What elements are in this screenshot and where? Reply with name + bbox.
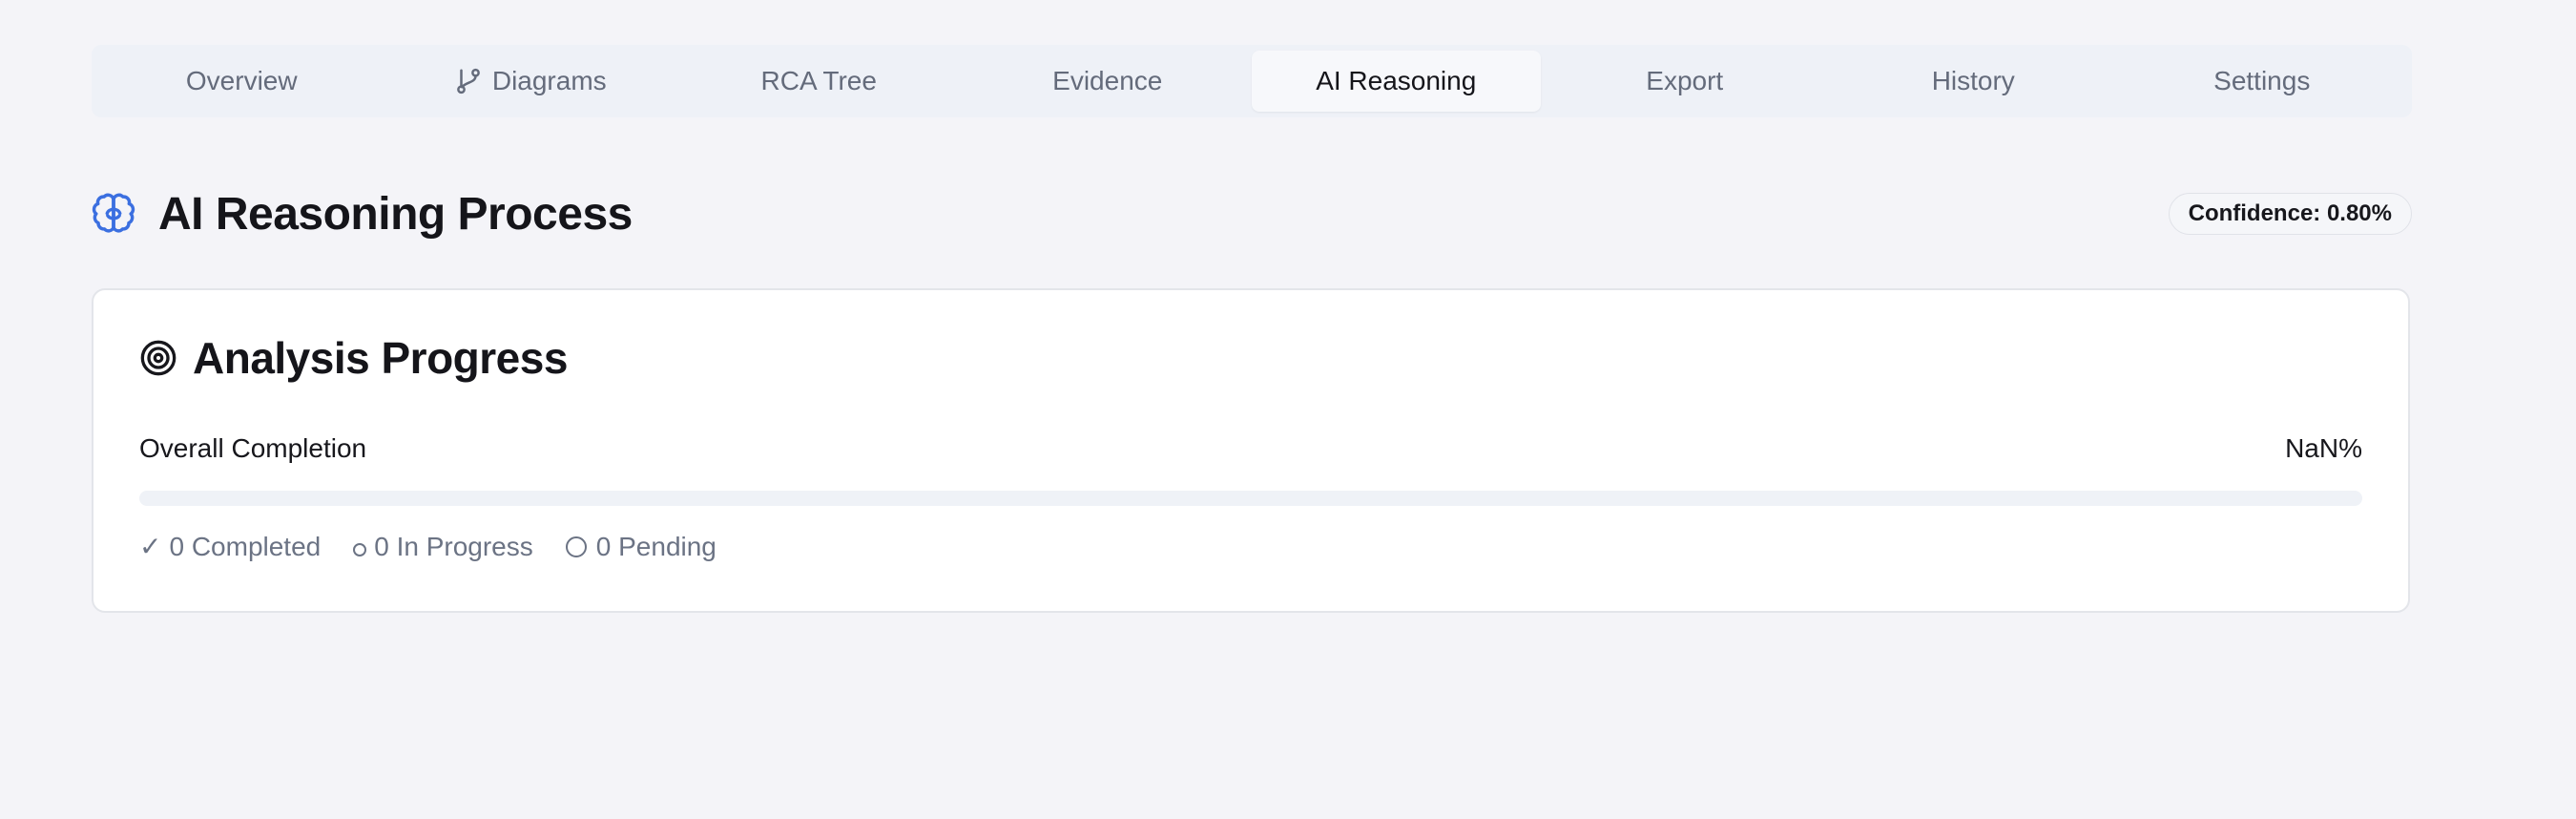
tab-settings[interactable]: Settings xyxy=(2118,51,2407,112)
circle-icon xyxy=(565,536,587,557)
status-summary: ✓ 0 Completed 0 In Progress 0 Pending xyxy=(139,531,717,562)
card-header: Analysis Progress xyxy=(139,332,568,384)
tab-label: Overview xyxy=(185,66,298,95)
confidence-badge: Confidence: 0.80% xyxy=(2168,193,2412,235)
git-branch-icon xyxy=(456,68,480,94)
tab-history[interactable]: History xyxy=(1829,51,2118,112)
tab-diagrams[interactable]: Diagrams xyxy=(386,51,675,112)
analysis-progress-card: Analysis Progress Overall Completion NaN… xyxy=(92,288,2410,613)
tab-label: Settings xyxy=(2213,66,2311,95)
tab-ai-reasoning[interactable]: AI Reasoning xyxy=(1252,51,1541,112)
tab-evidence[interactable]: Evidence xyxy=(964,51,1253,112)
in-progress-icon xyxy=(353,542,367,556)
status-in-progress: 0 In Progress xyxy=(353,531,533,562)
brain-icon xyxy=(92,193,135,233)
tab-export[interactable]: Export xyxy=(1541,51,1830,112)
tab-label: AI Reasoning xyxy=(1316,66,1477,95)
tab-label: Evidence xyxy=(1052,66,1163,95)
status-pending-text: 0 Pending xyxy=(595,531,717,561)
status-completed-text: 0 Completed xyxy=(169,531,322,561)
check-icon: ✓ xyxy=(139,532,162,561)
overall-completion-value: NaN% xyxy=(2285,433,2362,463)
title-group: AI Reasoning Process xyxy=(92,188,633,241)
tab-label: RCA Tree xyxy=(760,66,877,95)
tab-overview[interactable]: Overview xyxy=(97,51,386,112)
tab-rca-tree[interactable]: RCA Tree xyxy=(675,51,964,112)
tab-label: Diagrams xyxy=(491,66,607,95)
card-title: Analysis Progress xyxy=(193,333,568,383)
tab-label: History xyxy=(1931,66,2015,95)
target-icon xyxy=(140,340,177,376)
status-pending: 0 Pending xyxy=(565,531,717,562)
tab-label: Export xyxy=(1646,66,1724,95)
progress-bar xyxy=(139,491,2362,506)
status-completed: ✓ 0 Completed xyxy=(139,531,321,562)
overall-completion-label: Overall Completion xyxy=(139,433,367,463)
page-title: AI Reasoning Process xyxy=(158,188,633,240)
overall-completion-row: Overall Completion NaN% xyxy=(139,433,2362,464)
page-header: AI Reasoning Process Confidence: 0.80% xyxy=(92,183,2412,244)
status-in-progress-text: 0 In Progress xyxy=(374,531,533,561)
tab-bar: Overview Diagrams RCA Tree Evidence AI R… xyxy=(92,45,2412,117)
